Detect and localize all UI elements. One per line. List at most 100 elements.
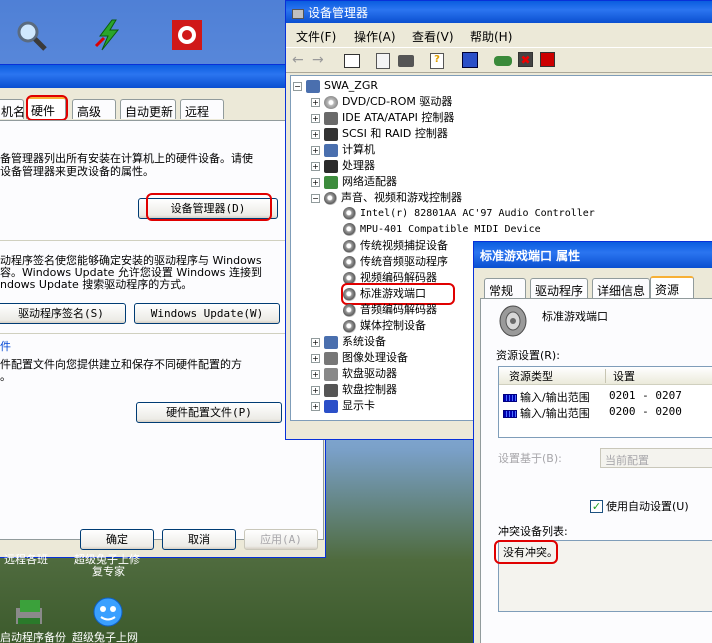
tree-label: 媒体控制设备 <box>360 319 426 332</box>
rabbit-tool-icon[interactable] <box>170 18 204 52</box>
tree-node-ide[interactable]: + IDE ATA/ATAPI 控制器 <box>311 110 454 126</box>
collapse-icon[interactable]: − <box>293 81 302 91</box>
tree-node-device[interactable]: 媒体控制设备 <box>343 318 426 334</box>
update-driver-icon[interactable] <box>494 56 512 66</box>
expand-icon[interactable]: + <box>311 369 320 379</box>
expand-icon[interactable]: + <box>311 337 320 347</box>
tab-details[interactable]: 详细信息 <box>592 278 650 298</box>
scan-hardware-icon[interactable] <box>462 52 478 68</box>
rabbit-internet-icon[interactable] <box>92 596 124 628</box>
tab-driver[interactable]: 驱动程序 <box>530 278 588 298</box>
apply-button[interactable]: 应用(A) <box>244 529 318 550</box>
backup-program-icon[interactable] <box>14 598 46 628</box>
desktop-icon-label[interactable]: 超级兔子上网 <box>72 632 138 643</box>
tab-computer-name[interactable]: 机名 <box>0 99 25 119</box>
auto-settings-checkbox[interactable]: ✓ <box>590 500 603 513</box>
tree-node-floppy-controller[interactable]: + 软盘控制器 <box>311 382 397 398</box>
tab-label: 远程 <box>185 105 210 119</box>
table-row[interactable]: 输入/输出范围 0201 - 0207 <box>503 389 682 404</box>
column-header-type[interactable]: 资源类型 <box>509 371 553 383</box>
cpu-icon <box>324 159 338 173</box>
menu-file[interactable]: 文件(F) <box>296 28 336 45</box>
tree-node-computer[interactable]: + 计算机 <box>311 142 375 158</box>
tree-label: 软盘驱动器 <box>342 367 397 380</box>
tree-node-device[interactable]: 传统视频捕捉设备 <box>343 238 448 254</box>
system-icon <box>324 335 338 349</box>
windows-update-button[interactable]: Windows Update(W) <box>134 303 280 324</box>
tree-node-floppy[interactable]: + 软盘驱动器 <box>311 366 397 382</box>
tab-auto-update[interactable]: 自动更新 <box>120 99 176 119</box>
tree-node-device[interactable]: Intel(r) 82801AA AC'97 Audio Controller <box>343 206 595 222</box>
system-properties-titlebar[interactable] <box>0 65 325 88</box>
tree-node-network[interactable]: + 网络适配器 <box>311 174 397 190</box>
column-header-setting[interactable]: 设置 <box>613 371 635 383</box>
expand-icon[interactable]: + <box>311 401 320 411</box>
device-speaker-icon <box>498 304 528 338</box>
profile-description-1: 件配置文件向您提供建立和保存不同硬件配置的方 <box>0 358 242 371</box>
print-icon[interactable] <box>398 55 414 67</box>
help-icon[interactable]: ? <box>430 53 444 69</box>
tree-label: MPU-401 Compatible MIDI Device <box>360 224 541 235</box>
uninstall-icon[interactable]: ✖ <box>518 52 533 67</box>
expand-icon[interactable]: + <box>311 113 320 123</box>
toolbar: ← → ? ✖ <box>286 47 712 73</box>
tree-node-scsi[interactable]: + SCSI 和 RAID 控制器 <box>311 126 448 142</box>
tree-node-cpu[interactable]: + 处理器 <box>311 158 375 174</box>
expand-icon[interactable]: + <box>311 353 320 363</box>
resource-list[interactable]: 资源类型 设置 输入/输出范围 0201 - 0207 输入/输出范围 0200… <box>498 366 712 438</box>
expand-icon[interactable]: + <box>311 161 320 171</box>
collapse-icon[interactable]: − <box>311 193 320 203</box>
device-manager-titlebar[interactable]: 设备管理器 <box>286 1 712 23</box>
system-properties-window: 机名 硬件 高级 自动更新 远程 备管理器列出所有安装在计算机上的硬件设备。请使… <box>0 64 326 558</box>
tree-node-root[interactable]: − SWA_ZGR <box>293 78 378 94</box>
ok-button[interactable]: 确定 <box>80 529 154 550</box>
expand-icon[interactable]: + <box>311 177 320 187</box>
auto-settings-label[interactable]: 使用自动设置(U) <box>606 501 689 513</box>
tab-label: 驱动程序 <box>535 284 584 298</box>
menu-help[interactable]: 帮助(H) <box>470 28 512 45</box>
desktop-icon-label[interactable]: 远程各班 <box>4 554 48 566</box>
based-on-select[interactable]: 当前配置 <box>600 448 712 468</box>
desktop-icon-label[interactable]: 复专家 <box>92 566 125 578</box>
tab-resources[interactable]: 资源 <box>650 276 694 298</box>
conflict-list-label: 冲突设备列表: <box>498 525 568 538</box>
back-icon[interactable]: ← <box>292 52 310 70</box>
resource-io-icon <box>503 409 517 418</box>
tree-node-system[interactable]: + 系统设备 <box>311 334 386 350</box>
expand-icon[interactable]: + <box>311 129 320 139</box>
tree-label: IDE ATA/ATAPI 控制器 <box>342 111 455 124</box>
tree-node-dvd[interactable]: + DVD/CD-ROM 驱动器 <box>311 94 452 110</box>
speaker-icon <box>343 222 356 236</box>
expand-icon[interactable]: + <box>311 145 320 155</box>
forward-icon[interactable]: → <box>312 52 330 70</box>
properties-icon[interactable] <box>376 53 390 69</box>
lightning-tool-icon[interactable] <box>92 18 126 52</box>
tree-node-sound[interactable]: − 声音、视频和游戏控制器 <box>311 190 462 206</box>
disable-device-icon[interactable] <box>540 52 555 67</box>
tree-node-imaging[interactable]: + 图像处理设备 <box>311 350 408 366</box>
driver-signing-button[interactable]: 驱动程序签名(S) <box>0 303 126 324</box>
tab-label: 详细信息 <box>597 284 646 298</box>
expand-icon[interactable]: + <box>311 97 320 107</box>
show-hide-console-tree-icon[interactable] <box>344 54 360 68</box>
expand-icon[interactable]: + <box>311 385 320 395</box>
desktop-icon-label[interactable]: 启动程序备份 <box>0 632 66 643</box>
tab-general[interactable]: 常规 <box>484 278 526 298</box>
menu-view[interactable]: 查看(V) <box>412 28 454 45</box>
tab-remote[interactable]: 远程 <box>180 99 224 119</box>
hardware-profiles-button[interactable]: 硬件配置文件(P) <box>136 402 282 423</box>
tab-advanced[interactable]: 高级 <box>72 99 116 119</box>
table-row[interactable]: 输入/输出范围 0200 - 0200 <box>503 405 682 420</box>
properties-titlebar[interactable]: 标准游戏端口 属性 <box>474 242 712 268</box>
divider <box>0 333 320 334</box>
tree-node-display[interactable]: + 显示卡 <box>311 398 375 414</box>
tree-node-device[interactable]: 音频编码解码器 <box>343 302 437 318</box>
menu-action[interactable]: 操作(A) <box>354 28 396 45</box>
tree-node-device[interactable]: MPU-401 Compatible MIDI Device <box>343 222 541 238</box>
tree-node-device[interactable]: 传统音频驱动程序 <box>343 254 448 270</box>
cancel-button[interactable]: 取消 <box>162 529 236 550</box>
resource-type: 输入/输出范围 <box>520 407 590 420</box>
magnifier-icon[interactable] <box>14 18 48 52</box>
resource-list-header: 资源类型 设置 <box>499 367 712 385</box>
scsi-icon <box>324 127 338 141</box>
